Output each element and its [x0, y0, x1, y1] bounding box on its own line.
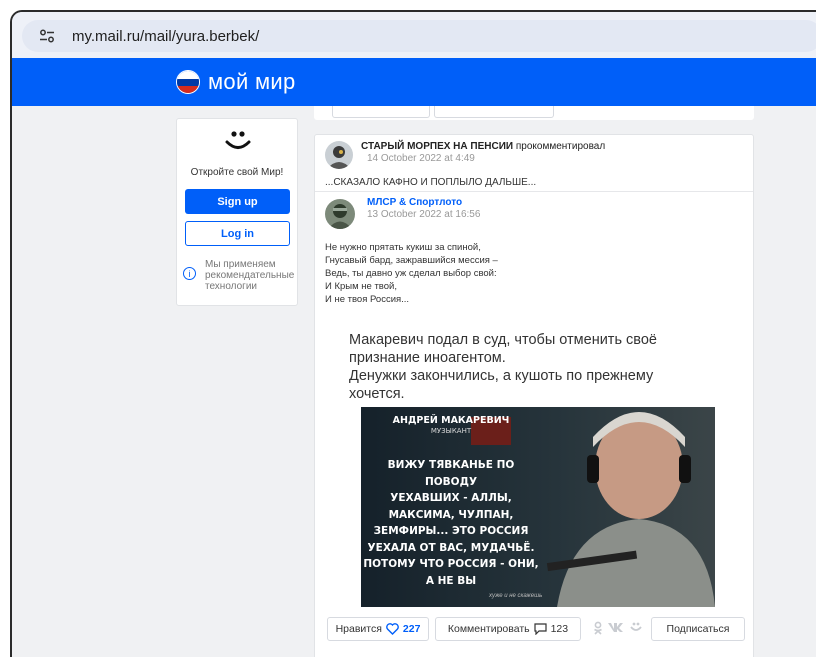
post-body: Макаревич подал в суд, чтобы отменить св… [349, 331, 709, 403]
recommendation-notice[interactable]: i Мы применяем рекомендательные технолог… [183, 257, 297, 297]
recommendation-text: Мы применяем рекомендательные технологии [205, 259, 295, 292]
poem-line: И Крым не твой, [325, 281, 397, 292]
login-button[interactable]: Log in [185, 221, 290, 246]
vk-icon[interactable] [607, 621, 625, 637]
mymir-share-icon[interactable] [629, 621, 643, 637]
divider [315, 191, 753, 192]
image-caption-name: АНДРЕЙ МАКАРЕВИЧ [392, 415, 510, 426]
quote-line: ВИЖУ ТЯВКАНЬЕ ПО ПОВОДУ [387, 459, 515, 488]
post-actions: Нравится 227 Комментировать 123 Подписат… [327, 617, 747, 643]
quote-line: ЗЕМФИРЫ... ЭТО РОССИЯ [373, 525, 529, 537]
image-quote: ВИЖУ ТЯВКАНЬЕ ПО ПОВОДУ УЕХАВШИХ - АЛЛЫ,… [361, 457, 541, 589]
like-label: Нравится [335, 623, 382, 635]
comment-count: 123 [550, 623, 569, 635]
quote-line: МАКСИМА, ЧУЛПАН, [388, 508, 514, 521]
comment-icon [533, 623, 547, 635]
body-line: признание иноагентом. [349, 350, 506, 366]
info-icon: i [183, 267, 196, 280]
poem-line: Не нужно прятать кукиш за спиной, [325, 242, 481, 253]
body-line: Макаревич подал в суд, чтобы отменить св… [349, 332, 657, 348]
odnoklassniki-icon[interactable] [593, 621, 603, 637]
commenter-avatar[interactable] [325, 141, 353, 169]
comment-button[interactable]: Комментировать 123 [435, 617, 581, 641]
signup-panel: Откройте свой Мир! Sign up Log in i Мы п… [176, 118, 298, 306]
poem-line: Ведь, ты давно уж сделал выбор свой: [325, 268, 497, 279]
comment-action: прокомментировал [515, 141, 606, 152]
signup-title: Откройте свой Мир! [190, 167, 284, 178]
previous-comment-button[interactable] [434, 106, 554, 118]
address-bar[interactable]: my.mail.ru/mail/yura.berbek/ [22, 20, 816, 52]
subscribe-button[interactable]: Подписаться [651, 617, 745, 641]
quote-line: ПОТОМУ ЧТО РОССИЯ - ОНИ, [363, 558, 539, 570]
post-poem: Не нужно прятать кукиш за спиной, Гнусав… [325, 241, 705, 306]
post-date[interactable]: 13 October 2022 at 16:56 [367, 209, 480, 220]
logo-flag-icon [176, 70, 200, 94]
site-logo[interactable]: мой мир [176, 66, 296, 98]
image-signature: хуже и не скажешь [489, 593, 543, 599]
comment-text: ...СКАЗАЛО КАФНО И ПОПЛЫЛО ДАЛЬШЕ... [325, 177, 537, 188]
feed-post: СТАРЫЙ МОРПЕХ НА ПЕНСИИ прокомментировал… [314, 134, 754, 657]
site-settings-icon[interactable] [36, 25, 58, 47]
url-text[interactable]: my.mail.ru/mail/yura.berbek/ [72, 28, 259, 45]
site-header: мой мир [12, 58, 816, 106]
logo-text: мой мир [208, 69, 296, 94]
previous-like-button[interactable] [332, 106, 430, 118]
author-avatar[interactable] [325, 199, 355, 229]
like-button[interactable]: Нравится 227 [327, 617, 429, 641]
comment-date[interactable]: 14 October 2022 at 4:49 [367, 153, 475, 164]
commenter-name[interactable]: СТАРЫЙ МОРПЕХ НА ПЕНСИИ [361, 141, 513, 152]
quote-line: УЕХАВШИХ - АЛЛЫ, [390, 492, 512, 504]
comment-header: СТАРЫЙ МОРПЕХ НА ПЕНСИИ прокомментировал [361, 141, 605, 152]
main-content: Откройте свой Мир! Sign up Log in i Мы п… [12, 106, 816, 657]
quote-line: УЕХАЛА ОТ ВАС, МУДАЧЬЁ. [367, 541, 535, 554]
image-caption-role: МУЗЫКАНТ [430, 427, 472, 435]
poem-line: И не твоя Россия... [325, 294, 410, 305]
heart-icon [386, 623, 399, 635]
quote-line: А НЕ ВЫ [425, 574, 477, 587]
poem-line: Гнусавый бард, зажравшийся мессия – [325, 255, 498, 266]
browser-window: my.mail.ru/mail/yura.berbek/ мой мир Отк… [10, 10, 816, 657]
like-count: 227 [402, 623, 421, 635]
smile-icon [225, 131, 251, 149]
post-author[interactable]: МЛСР & Спортлото [367, 197, 462, 208]
comment-label: Комментировать [447, 623, 530, 635]
browser-toolbar: my.mail.ru/mail/yura.berbek/ [12, 12, 816, 58]
post-image[interactable]: АНДРЕЙ МАКАРЕВИЧ МУЗЫКАНТ ВИЖУ ТЯВКАНЬЕ … [361, 407, 715, 607]
body-line: Денужки закончились, а кушоть по прежнем… [349, 368, 654, 384]
signup-button[interactable]: Sign up [185, 189, 290, 214]
body-line: хочется. [349, 386, 405, 402]
previous-post-footer [314, 106, 754, 120]
